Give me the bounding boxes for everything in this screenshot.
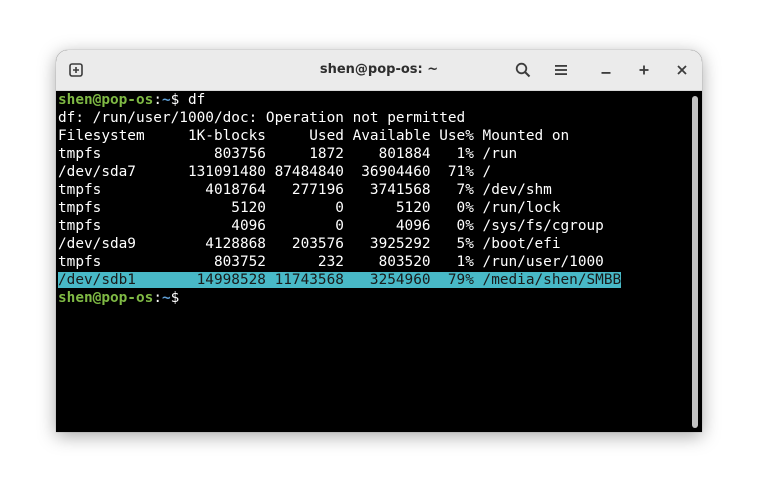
prompt-path: ~: [161, 92, 171, 108]
titlebar: shen@pop-os: ~: [56, 50, 702, 91]
maximize-button[interactable]: [628, 50, 660, 90]
prompt-line: shen@pop-os:~$ df: [58, 91, 205, 109]
table-row: tmpfs 4096 0 4096 0% /sys/fs/cgroup: [58, 218, 604, 234]
search-icon: [515, 62, 531, 78]
terminal-output[interactable]: shen@pop-os:~$ df df: /run/user/1000/doc…: [56, 91, 702, 432]
new-tab-button[interactable]: [58, 50, 94, 90]
close-icon: [677, 65, 687, 75]
prompt-user: shen@pop-os: [58, 92, 154, 108]
prompt-path: ~: [161, 290, 171, 306]
table-row: tmpfs 4018764 277196 3741568 7% /dev/shm: [58, 182, 552, 198]
prompt-symbol: $: [170, 290, 180, 306]
scrollbar[interactable]: [692, 96, 698, 428]
selection-highlight: /dev/sdb1 14998528 11743568 3254960 79% …: [58, 272, 622, 288]
table-row: tmpfs 803752 232 803520 1% /run/user/100…: [58, 254, 604, 270]
table-row: tmpfs 5120 0 5120 0% /run/lock: [58, 200, 561, 216]
search-button[interactable]: [506, 50, 540, 90]
minimize-icon: [601, 72, 611, 74]
prompt-colon: :: [153, 92, 162, 108]
prompt-line-current: shen@pop-os:~$: [58, 289, 179, 307]
menu-button[interactable]: [544, 50, 578, 90]
terminal-window: shen@pop-os: ~ shen@pop-os:~$ df df: /ru…: [56, 50, 702, 432]
minimize-button[interactable]: [590, 50, 622, 90]
hamburger-menu-icon: [555, 65, 567, 75]
table-row: /dev/sda7 131091480 87484840 36904460 71…: [58, 164, 492, 180]
new-tab-icon: [69, 63, 83, 77]
maximize-icon: [639, 65, 649, 75]
table-row: tmpfs 803756 1872 801884 1% /run: [58, 146, 518, 162]
command-text: df: [179, 92, 206, 108]
prompt-user: shen@pop-os: [58, 290, 154, 306]
close-button[interactable]: [666, 50, 698, 90]
prompt-colon: :: [153, 290, 162, 306]
table-row: /dev/sda9 4128868 203576 3925292 5% /boo…: [58, 236, 561, 252]
table-header: Filesystem 1K-blocks Used Available Use%…: [58, 128, 570, 144]
error-line: df: /run/user/1000/doc: Operation not pe…: [58, 110, 466, 126]
table-row-highlighted: /dev/sdb1 14998528 11743568 3254960 79% …: [58, 271, 622, 289]
